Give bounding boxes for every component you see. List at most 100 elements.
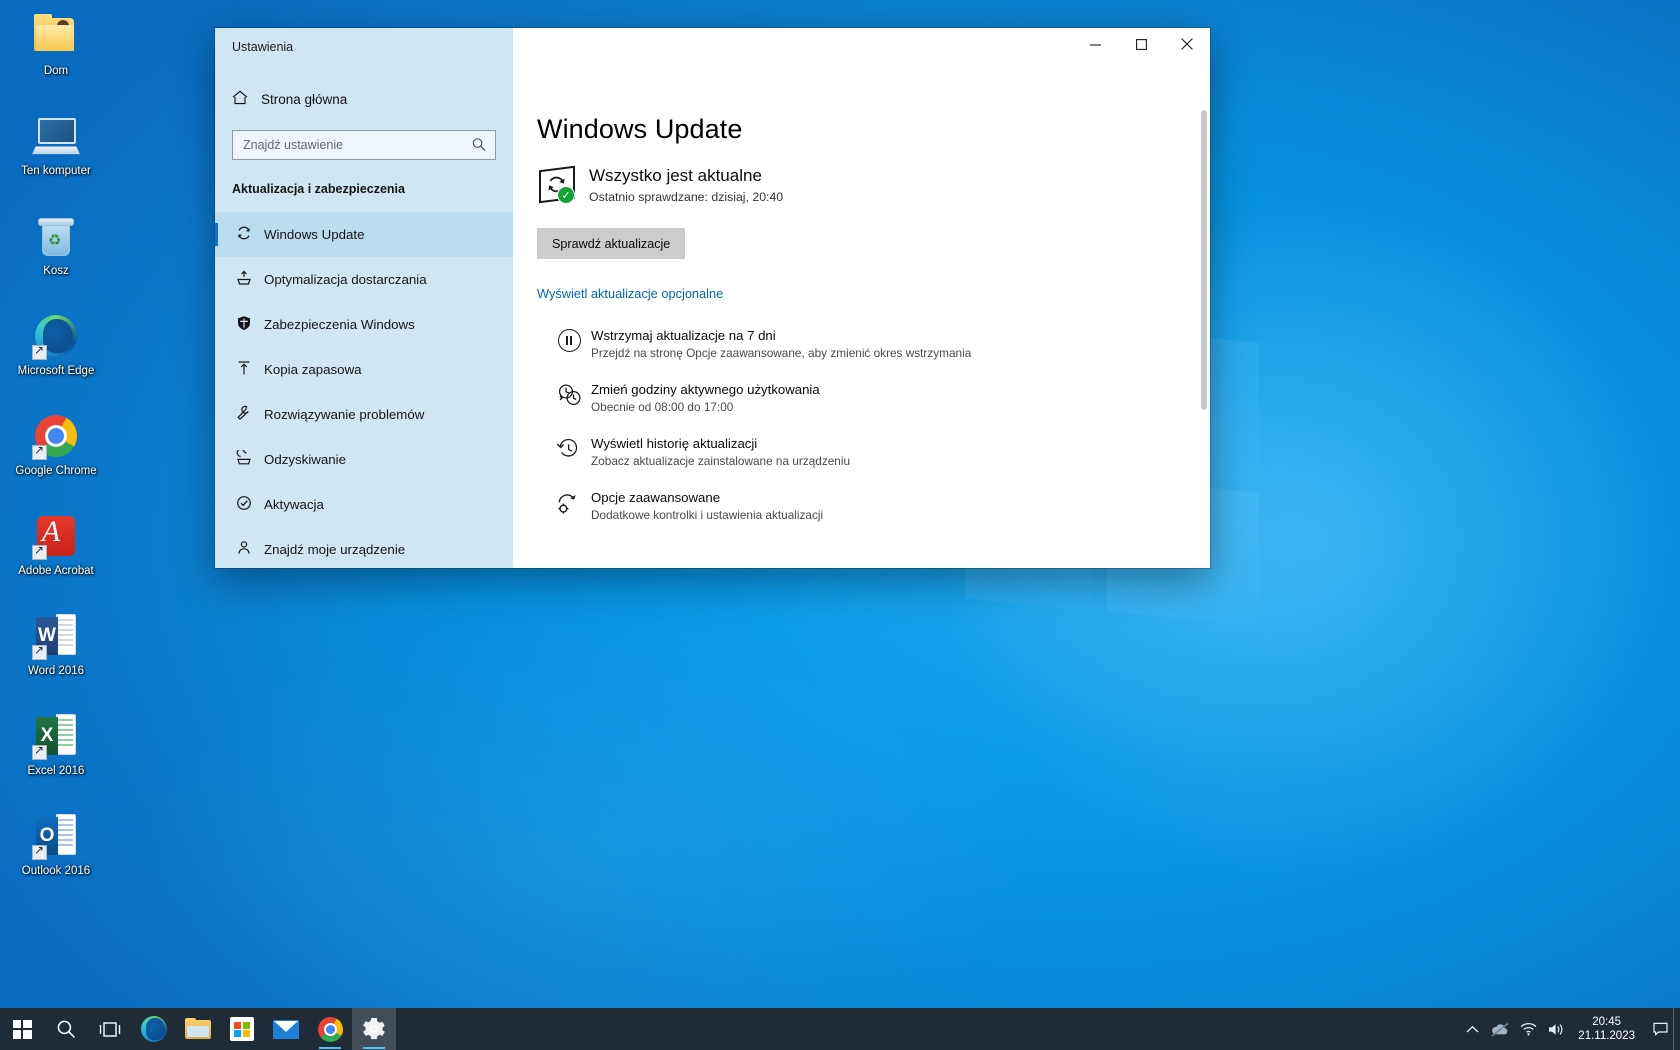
option-title[interactable]: Wstrzymaj aktualizacje na 7 dni — [591, 328, 971, 343]
chevron-up-icon — [1466, 1025, 1479, 1032]
mail-icon — [273, 1019, 299, 1039]
find-device-icon — [232, 540, 256, 560]
search-icon — [469, 134, 491, 156]
desktop-icon-word-2016[interactable]: W Word 2016 — [8, 606, 104, 705]
sidebar-item-label: Rozwiązywanie problemów — [264, 407, 425, 422]
recovery-icon — [232, 448, 256, 470]
desktop-icon-excel-2016[interactable]: X Excel 2016 — [8, 706, 104, 805]
shield-icon — [232, 315, 256, 335]
chrome-taskbar-button[interactable] — [308, 1008, 352, 1050]
option-update-history[interactable]: Wyświetl historię aktualizacji Zobacz ak… — [537, 436, 1210, 468]
desktop-icon-label: Adobe Acrobat — [18, 565, 94, 577]
settings-sidebar: Strona główna Aktualizacja i zabezpiecze… — [215, 66, 513, 568]
check-for-updates-button[interactable]: Sprawdź aktualizacje — [537, 228, 686, 259]
sidebar-nav: Windows Update Optymalizacja dostarczani… — [215, 212, 513, 568]
desktop-icon-label: Kosz — [43, 265, 69, 277]
settings-taskbar-button[interactable] — [352, 1008, 396, 1050]
wallpaper-glow-secondary — [134, 609, 1035, 1050]
view-optional-updates-link[interactable]: Wyświetl aktualizacje opcjonalne — [537, 286, 723, 301]
minimize-icon — [1089, 43, 1101, 46]
show-hidden-icons-button[interactable] — [1458, 1008, 1486, 1050]
wrench-icon — [232, 405, 256, 425]
advanced-options-icon — [556, 491, 586, 517]
speaker-icon — [1549, 1023, 1563, 1035]
notification-center-button[interactable] — [1647, 1008, 1673, 1050]
close-button[interactable] — [1164, 28, 1210, 60]
option-subtitle: Zobacz aktualizacje zainstalowane na urz… — [591, 454, 851, 468]
option-subtitle: Obecnie od 08:00 do 17:00 — [591, 400, 734, 414]
close-icon — [1181, 38, 1193, 50]
option-pause-updates[interactable]: Wstrzymaj aktualizacje na 7 dni Przejdź … — [537, 328, 1210, 360]
check-badge-icon: ✓ — [557, 186, 575, 204]
recycle-bin-icon: ♻ — [32, 212, 80, 260]
page-title: Windows Update — [537, 114, 743, 144]
delivery-optimization-icon — [232, 270, 256, 290]
microsoft-store-button[interactable] — [220, 1008, 264, 1050]
sidebar-search-box[interactable] — [232, 130, 496, 160]
search-button[interactable] — [44, 1008, 88, 1050]
sidebar-item-windows-update[interactable]: Windows Update — [215, 212, 513, 257]
settings-main-pane: Windows Update ✓ Wszystko jest aktualne … — [513, 66, 1210, 568]
desktop-icon-adobe-acrobat[interactable]: A Adobe Acrobat — [8, 506, 104, 605]
desktop-icon-ten-komputer[interactable]: Ten komputer — [8, 106, 104, 205]
sidebar-item-odzyskiwanie[interactable]: Odzyskiwanie — [215, 437, 513, 482]
maximize-button[interactable] — [1118, 28, 1164, 60]
file-explorer-button[interactable] — [176, 1008, 220, 1050]
desktop-icon-microsoft-edge[interactable]: Microsoft Edge — [8, 306, 104, 405]
sidebar-item-zabezpieczenia-windows[interactable]: Zabezpieczenia Windows — [215, 302, 513, 347]
desktop-icon-label: Excel 2016 — [27, 765, 85, 777]
search-input[interactable] — [243, 138, 473, 152]
desktop-icon-google-chrome[interactable]: Google Chrome — [8, 406, 104, 505]
option-title[interactable]: Zmień godziny aktywnego użytkowania — [591, 382, 820, 397]
folder-icon — [185, 1018, 211, 1040]
taskbar[interactable]: 20:45 21.11.2023 — [0, 1008, 1680, 1050]
desktop-icon-dom[interactable]: Dom — [8, 6, 104, 105]
volume-icon[interactable] — [1542, 1008, 1570, 1050]
desktop-icon-label: Dom — [43, 65, 69, 77]
option-title[interactable]: Wyświetl historię aktualizacji — [591, 436, 850, 451]
window-body: Strona główna Aktualizacja i zabezpiecze… — [215, 66, 1210, 568]
option-active-hours[interactable]: Zmień godziny aktywnego użytkowania Obec… — [537, 382, 1210, 414]
onedrive-status-icon[interactable] — [1486, 1008, 1514, 1050]
chrome-icon — [317, 1016, 343, 1042]
start-button[interactable] — [0, 1008, 44, 1050]
main-scrollbar[interactable] — [1201, 110, 1207, 465]
sidebar-item-label: Zabezpieczenia Windows — [264, 317, 415, 332]
option-subtitle: Przejdź na stronę Opcje zaawansowane, ab… — [591, 346, 972, 360]
task-view-button[interactable] — [88, 1008, 132, 1050]
window-controls — [513, 28, 1210, 66]
active-hours-clock-icon — [556, 383, 586, 409]
scrollbar-thumb[interactable] — [1201, 110, 1207, 410]
window-titlebar[interactable]: Ustawienia — [215, 28, 1210, 66]
edge-taskbar-button[interactable] — [132, 1008, 176, 1050]
sidebar-item-rozwiazywanie-problemow[interactable]: Rozwiązywanie problemów — [215, 392, 513, 437]
desktop-icon-grid: Dom Ten komputer ♻ Kosz Microsoft Edge G… — [8, 6, 104, 906]
taskbar-clock[interactable]: 20:45 21.11.2023 — [1570, 1008, 1647, 1050]
desktop-icon-outlook-2016[interactable]: O Outlook 2016 — [8, 806, 104, 905]
desktop-icon-label: Microsoft Edge — [17, 365, 95, 377]
settings-window[interactable]: Ustawienia Strona główna Znajdź ustawien… — [215, 28, 1210, 568]
sync-icon — [232, 225, 256, 245]
system-tray: 20:45 21.11.2023 — [1458, 1008, 1680, 1050]
outlook-icon: O — [32, 812, 80, 860]
option-advanced-options[interactable]: Opcje zaawansowane Dodatkowe kontrolki i… — [537, 490, 1210, 522]
desktop[interactable]: Dom Ten komputer ♻ Kosz Microsoft Edge G… — [0, 0, 1680, 1050]
titlebar-left: Ustawienia — [215, 28, 513, 66]
sidebar-item-aktywacja[interactable]: Aktywacja — [215, 482, 513, 527]
update-options-list: Wstrzymaj aktualizacje na 7 dni Przejdź … — [537, 328, 1210, 522]
home-icon — [232, 90, 254, 109]
minimize-button[interactable] — [1072, 28, 1118, 60]
show-desktop-button[interactable] — [1673, 1008, 1680, 1050]
wifi-icon — [1520, 1023, 1537, 1036]
sidebar-item-znajdz-moje-urzadzenie[interactable]: Znajdź moje urządzenie — [215, 527, 513, 568]
sidebar-home-link[interactable]: Strona główna — [215, 82, 513, 116]
desktop-icon-kosz[interactable]: ♻ Kosz — [8, 206, 104, 305]
sidebar-item-optymalizacja-dostarczania[interactable]: Optymalizacja dostarczania — [215, 257, 513, 302]
mail-button[interactable] — [264, 1008, 308, 1050]
network-wifi-icon[interactable] — [1514, 1008, 1542, 1050]
window-title: Ustawienia — [232, 40, 294, 54]
windows-logo-icon — [12, 1019, 32, 1039]
option-title[interactable]: Opcje zaawansowane — [591, 490, 823, 505]
desktop-icon-label: Word 2016 — [27, 665, 85, 677]
sidebar-item-kopia-zapasowa[interactable]: Kopia zapasowa — [215, 347, 513, 392]
